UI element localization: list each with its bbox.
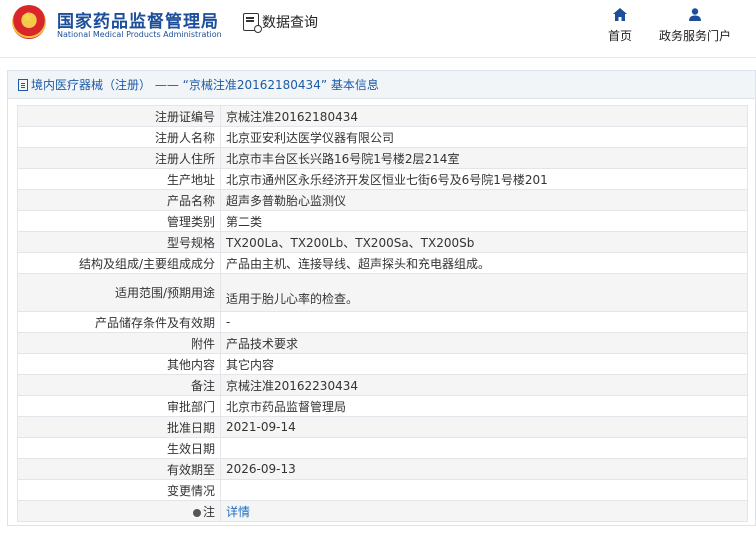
table-row: 备注 京械注准20162230434 [17,374,748,396]
table-row: 审批部门 北京市药品监督管理局 [17,395,748,417]
table-row: 批准日期 2021-09-14 [17,416,748,438]
details-link[interactable]: 详情 [226,505,250,519]
table-row: 型号规格 TX200La、TX200Lb、TX200Sa、TX200Sb [17,231,748,253]
row-label: 产品储存条件及有效期 [17,311,221,333]
table-row: 变更情况 [17,479,748,501]
national-emblem-icon: ★ [12,5,46,39]
user-icon [689,8,701,21]
nav-home[interactable]: 首页 [606,8,634,44]
table-row: 附件 产品技术要求 [17,332,748,354]
table-row: 生效日期 [17,437,748,459]
row-label: 结构及组成/主要组成成分 [17,252,221,274]
panel-title-text: 境内医疗器械（注册） —— “京械注准20162180434” 基本信息 [31,77,379,92]
row-value: 北京亚安利达医学仪器有限公司 [220,126,748,148]
row-value: 北京市通州区永乐经济开发区恒业七街6号及6号院1号楼201 [220,168,748,190]
row-value: 产品由主机、连接导线、超声探头和充电器组成。 [220,252,748,274]
table-row: 注册人住所 北京市丰台区长兴路16号院1号楼2层214室 [17,147,748,169]
detail-panel: 境内医疗器械（注册） —— “京械注准20162180434” 基本信息 注册证… [7,70,756,526]
site-header: ★ 国家药品监督管理局 National Medical Products Ad… [0,0,756,58]
row-label: 生产地址 [17,168,221,190]
row-label: 产品名称 [17,189,221,211]
row-value: 京械注准20162230434 [220,374,748,396]
note-label: 注 [202,504,215,519]
row-value [220,437,748,459]
row-value-note: 详情 [220,500,748,522]
row-value: 产品技术要求 [220,332,748,354]
row-label: 备注 [17,374,221,396]
table-row: 产品储存条件及有效期 - [17,311,748,333]
home-icon [613,8,627,21]
brand-name-en[interactable]: National Medical Products Administration [57,30,222,39]
table-row: 注 详情 [17,500,748,522]
table-row: 注册人名称 北京亚安利达医学仪器有限公司 [17,126,748,148]
row-label: 批准日期 [17,416,221,438]
row-label: 审批部门 [17,395,221,417]
row-value: 其它内容 [220,353,748,375]
row-label: 附件 [17,332,221,354]
row-label: 型号规格 [17,231,221,253]
table-row: 结构及组成/主要组成成分 产品由主机、连接导线、超声探头和充电器组成。 [17,252,748,274]
row-value: - [220,311,748,333]
row-label: 注册人名称 [17,126,221,148]
row-label-note: 注 [17,500,221,522]
table-row: 适用范围/预期用途 适用于胎儿心率的检查。 [17,273,748,312]
table-row: 生产地址 北京市通州区永乐经济开发区恒业七街6号及6号院1号楼201 [17,168,748,190]
table-row: 产品名称 超声多普勒胎心监测仪 [17,189,748,211]
row-label: 其他内容 [17,353,221,375]
row-label: 有效期至 [17,458,221,480]
row-value: 2026-09-13 [220,458,748,480]
search-document-icon [243,13,262,33]
panel-title: 境内医疗器械（注册） —— “京械注准20162180434” 基本信息 [8,71,755,99]
table-row: 有效期至 2026-09-13 [17,458,748,480]
info-table: 注册证编号 京械注准20162180434 注册人名称 北京亚安利达医学仪器有限公司… [17,105,748,522]
note-bullet-icon [192,508,201,517]
table-row: 管理类别 第二类 [17,210,748,232]
row-label: 生效日期 [17,437,221,459]
row-value: 超声多普勒胎心监测仪 [220,189,748,211]
row-value: 适用于胎儿心率的检查。 [220,273,748,312]
nav-gov-portal[interactable]: 政务服务门户 [657,8,733,44]
nav-home-label: 首页 [607,29,632,43]
row-label: 管理类别 [17,210,221,232]
row-label: 注册人住所 [17,147,221,169]
brand-name-cn[interactable]: 国家药品监督管理局 [57,7,219,32]
row-value: 京械注准20162180434 [220,105,748,127]
row-value: 第二类 [220,210,748,232]
data-query-link[interactable]: 数据查询 [243,11,318,33]
row-value: 北京市丰台区长兴路16号院1号楼2层214室 [220,147,748,169]
row-value [220,479,748,501]
row-label: 注册证编号 [17,105,221,127]
document-icon [18,78,28,91]
row-label: 适用范围/预期用途 [17,273,221,312]
data-query-label: 数据查询 [262,15,318,31]
row-value: 2021-09-14 [220,416,748,438]
row-label: 变更情况 [17,479,221,501]
table-row: 其他内容 其它内容 [17,353,748,375]
row-value: TX200La、TX200Lb、TX200Sa、TX200Sb [220,231,748,253]
row-value: 北京市药品监督管理局 [220,395,748,417]
table-row: 注册证编号 京械注准20162180434 [17,105,748,127]
nav-gov-label: 政务服务门户 [658,29,731,43]
